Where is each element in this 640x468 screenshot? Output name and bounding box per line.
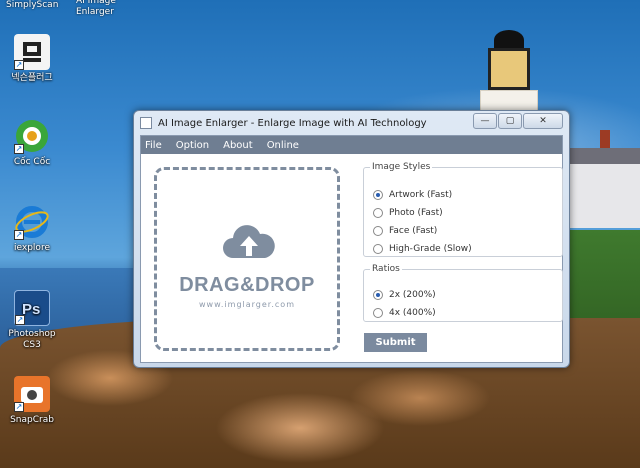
menu-online[interactable]: Online [267, 140, 299, 151]
submit-button[interactable]: Submit [364, 333, 427, 352]
radio-label: Face (Fast) [389, 226, 438, 236]
drag-drop-url: www.imglarger.com [199, 300, 295, 309]
radio-button[interactable] [373, 226, 383, 236]
desktop-icon-label: Photoshop CS3 [8, 329, 56, 350]
style-option-high-grade[interactable]: High-Grade (Slow) [373, 244, 472, 254]
internet-explorer-icon: ↗ [14, 204, 50, 240]
ratio-option-4x[interactable]: 4x (400%) [373, 308, 436, 318]
desktop-icon-nexon-plug[interactable]: ↗ 넥슨플러그 [0, 34, 64, 84]
radio-button[interactable] [373, 208, 383, 218]
desktop-icon-label: iexplore [14, 243, 50, 253]
desktop-icon-label: 넥슨플러그 [11, 73, 53, 83]
desktop-icon-photoshop[interactable]: Ps ↗ Photoshop CS3 [0, 290, 64, 351]
shortcut-arrow-icon: ↗ [14, 60, 24, 70]
house [570, 148, 640, 228]
radio-button[interactable] [373, 244, 383, 254]
ai-image-enlarger-window[interactable]: AI Image Enlarger - Enlarge Image with A… [133, 110, 570, 368]
menu-option[interactable]: Option [176, 140, 209, 151]
ratios-group: Ratios 2x (200%) 4x (400%) [363, 264, 563, 322]
ratios-legend: Ratios [372, 264, 400, 274]
window-controls: — ▢ ✕ [472, 113, 563, 129]
ratio-option-2x[interactable]: 2x (200%) [373, 290, 436, 300]
window-client-area: File Option About Online DRAG&DROP www.i… [140, 135, 563, 363]
lighthouse-lamp [488, 48, 530, 90]
shortcut-arrow-icon: ↗ [15, 315, 25, 325]
radio-label: 4x (400%) [389, 308, 436, 318]
desktop-label-simplyscan[interactable]: SimplyScan [6, 0, 58, 11]
cloud-upload-icon [223, 225, 275, 258]
radio-button[interactable] [373, 190, 383, 200]
radio-label: Photo (Fast) [389, 208, 443, 218]
menu-file[interactable]: File [145, 140, 162, 151]
nexon-plug-icon: ↗ [14, 34, 50, 70]
image-styles-group: Image Styles Artwork (Fast) Photo (Fast)… [363, 162, 563, 257]
shortcut-arrow-icon: ↗ [14, 144, 24, 154]
app-icon [140, 117, 152, 129]
radio-label: Artwork (Fast) [389, 190, 453, 200]
snapcrab-icon: ↗ [14, 376, 50, 412]
window-title: AI Image Enlarger - Enlarge Image with A… [158, 117, 427, 129]
photoshop-icon: Ps ↗ [14, 290, 50, 326]
coccoc-icon: ↗ [14, 118, 50, 154]
shortcut-arrow-icon: ↗ [14, 402, 24, 412]
desktop-icon-coccoc[interactable]: ↗ Cốc Cốc [0, 118, 64, 168]
window-titlebar[interactable]: AI Image Enlarger - Enlarge Image with A… [134, 111, 569, 135]
desktop-icon-iexplore[interactable]: ↗ iexplore [0, 204, 64, 254]
radio-label: High-Grade (Slow) [389, 244, 472, 254]
drag-drop-title: DRAG&DROP [179, 274, 315, 296]
style-option-face[interactable]: Face (Fast) [373, 226, 437, 236]
style-option-artwork[interactable]: Artwork (Fast) [373, 190, 452, 200]
menu-about[interactable]: About [223, 140, 253, 151]
desktop-icon-label: SnapCrab [10, 415, 54, 425]
image-styles-legend: Image Styles [372, 162, 431, 172]
drag-drop-zone[interactable]: DRAG&DROP www.imglarger.com [154, 167, 340, 351]
close-button[interactable]: ✕ [523, 113, 563, 129]
lighthouse-cap [494, 30, 524, 50]
radio-button[interactable] [373, 290, 383, 300]
maximize-button[interactable]: ▢ [498, 113, 522, 129]
radio-label: 2x (200%) [389, 290, 436, 300]
menu-bar: File Option About Online [141, 136, 562, 154]
desktop-label-ai-image-enlarger[interactable]: AI Image Enlarger [76, 0, 116, 18]
shortcut-arrow-icon: ↗ [14, 230, 24, 240]
desktop-icon-snapcrab[interactable]: ↗ SnapCrab [0, 376, 64, 426]
minimize-button[interactable]: — [473, 113, 497, 129]
desktop-icon-label: Cốc Cốc [13, 157, 51, 167]
radio-button[interactable] [373, 308, 383, 318]
style-option-photo[interactable]: Photo (Fast) [373, 208, 443, 218]
